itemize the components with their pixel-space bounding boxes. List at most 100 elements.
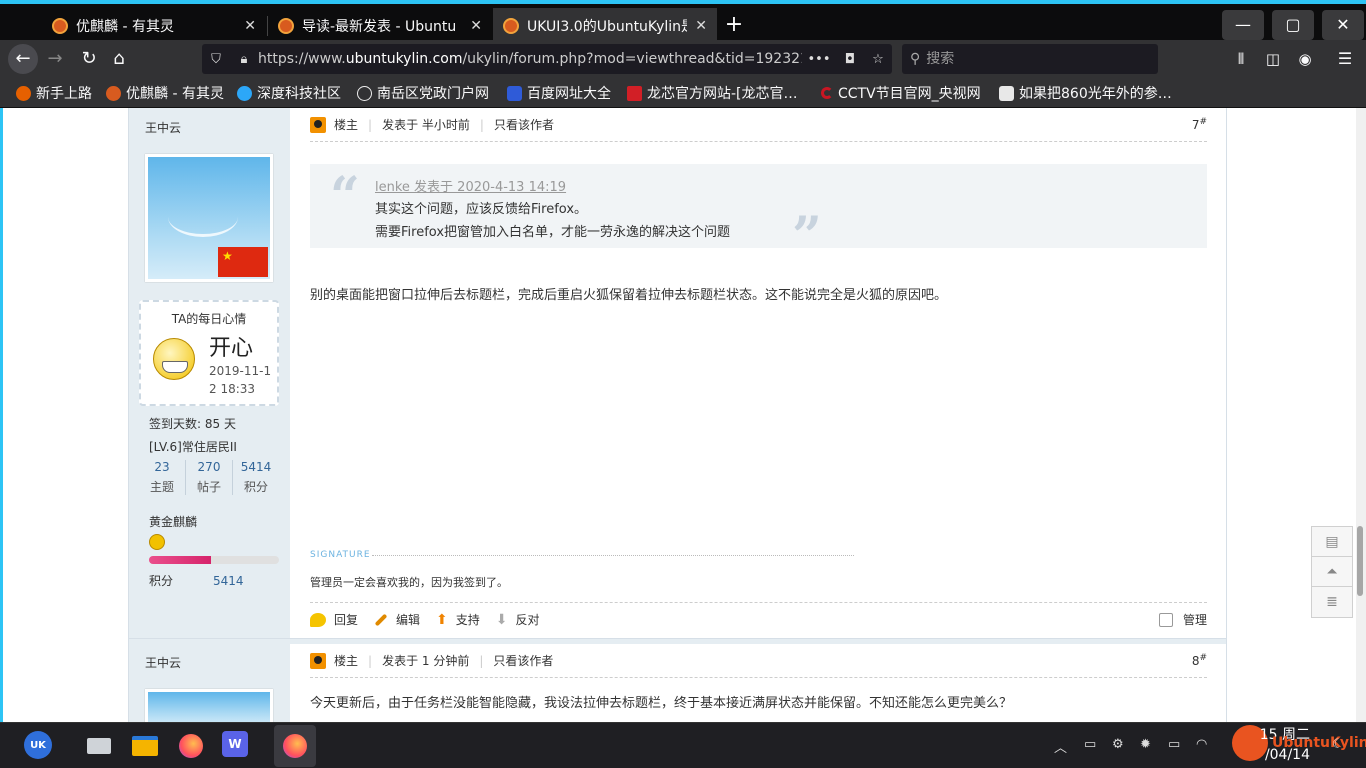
- maximize-button[interactable]: ▢: [1272, 10, 1314, 40]
- address-bar[interactable]: ⛉ 🔒︎ https://www.ubuntukylin.com/ukylin/…: [202, 44, 892, 74]
- url-path: /ukylin/forum.php?mod=viewthread&tid=192…: [462, 51, 802, 67]
- deepin-icon: [237, 85, 252, 101]
- file-manager-icon[interactable]: [130, 731, 160, 761]
- only-author-link[interactable]: 只看该作者: [493, 652, 553, 669]
- wifi-icon[interactable]: ◠: [1196, 737, 1207, 752]
- tray-expand-icon[interactable]: ︿: [1054, 737, 1067, 756]
- back-to-top-icon[interactable]: ⏶: [1312, 557, 1352, 587]
- group-title[interactable]: 黄金麒麟: [149, 513, 197, 530]
- close-window-button[interactable]: ✕: [1322, 10, 1364, 40]
- scrollbar-thumb[interactable]: [1357, 526, 1363, 596]
- manage-label: 管理: [1182, 613, 1207, 627]
- oppose-label: 反对: [515, 613, 540, 627]
- signature-divider: [372, 555, 854, 556]
- close-tab-icon[interactable]: ✕: [695, 18, 707, 34]
- close-tab-icon[interactable]: ✕: [470, 18, 482, 34]
- wps-writer-icon[interactable]: W: [222, 731, 248, 757]
- home-button[interactable]: ⌂: [104, 44, 134, 74]
- mood-value: 开心: [209, 336, 254, 361]
- author-name[interactable]: 王中云: [145, 119, 181, 136]
- floor-number[interactable]: 7#: [1192, 117, 1207, 132]
- mood-label: TA的每日心情: [171, 312, 247, 326]
- sidebar-toggle-icon[interactable]: ◫: [1258, 44, 1288, 74]
- bookmark-item[interactable]: 南岳区党政门户网: [357, 84, 489, 102]
- notification-icon[interactable]: ▭: [1084, 737, 1096, 752]
- bookmark-label: CCTV节目官网_央视网: [838, 86, 981, 102]
- support-label: 支持: [455, 613, 480, 627]
- oppose-button[interactable]: ⬇ 反对: [496, 611, 540, 628]
- manage-checkbox[interactable]: [1158, 612, 1173, 627]
- post-author-sidebar: 王中云 ★ TA的每日心情 开心 2019-11-12 18:33 签到天数: …: [129, 108, 290, 638]
- minimize-button[interactable]: —: [1222, 10, 1264, 40]
- bookmark-item[interactable]: 优麒麟 - 有其灵: [106, 84, 224, 102]
- manage-control[interactable]: 管理: [1158, 611, 1207, 628]
- quick-reply-icon[interactable]: ▤: [1312, 527, 1352, 557]
- home-icon: ⌂: [113, 48, 125, 69]
- bookmark-item[interactable]: 深度科技社区: [237, 84, 341, 102]
- stat-points[interactable]: 5414 积分: [233, 460, 279, 495]
- reply-button[interactable]: 回复: [310, 611, 358, 628]
- ubuntukylin-favicon-icon: [52, 18, 68, 34]
- support-button[interactable]: ⬆ 支持: [436, 611, 480, 628]
- library-icon[interactable]: ⫴: [1226, 44, 1256, 74]
- search-bar[interactable]: ⚲: [902, 44, 1158, 74]
- new-tab-button[interactable]: +: [722, 10, 746, 40]
- night-moon-icon[interactable]: ☾: [1332, 737, 1344, 752]
- op-label: 楼主: [334, 654, 359, 668]
- pocket-icon[interactable]: ◘: [836, 52, 864, 67]
- points-row: 积分 5414: [149, 572, 244, 589]
- floor-number[interactable]: 8#: [1192, 653, 1207, 668]
- search-input[interactable]: [926, 51, 1127, 67]
- author-name[interactable]: 王中云: [145, 654, 181, 671]
- list-icon[interactable]: ≣: [1312, 587, 1352, 617]
- bookmark-item[interactable]: 新手上路: [16, 84, 92, 102]
- floating-tools: ▤ ⏶ ≣: [1311, 526, 1353, 618]
- only-author-link[interactable]: 只看该作者: [494, 116, 554, 133]
- page-actions-button[interactable]: •••: [802, 52, 836, 67]
- reload-button[interactable]: ↻: [74, 44, 104, 74]
- user-level[interactable]: [LV.6]常住居民II: [149, 438, 237, 455]
- op-label: 楼主: [334, 118, 359, 132]
- input-method-icon[interactable]: ⚙: [1112, 737, 1124, 752]
- tab-ukui-thread[interactable]: UKUI3.0的UbuntuKylin是否 ✕: [493, 8, 717, 44]
- ubuntukylin-icon: [106, 85, 121, 101]
- mood-date: 2019-11-12 18:33: [209, 364, 272, 396]
- close-tab-icon[interactable]: ✕: [244, 18, 256, 34]
- reply-label: 回复: [334, 613, 359, 627]
- bookmark-star-icon[interactable]: ☆: [864, 52, 892, 67]
- back-button[interactable]: ←: [8, 44, 38, 74]
- firefox-icon[interactable]: [176, 731, 206, 761]
- bookmark-item[interactable]: 如果把860光年外的参…: [999, 84, 1172, 102]
- lock-icon[interactable]: 🔒︎: [230, 52, 258, 67]
- url-domain: ubuntukylin.com: [345, 51, 463, 67]
- night-mode-icon[interactable]: ✹: [1140, 737, 1151, 752]
- forward-button[interactable]: →: [40, 44, 70, 74]
- scrollbar[interactable]: [1356, 108, 1366, 722]
- stat-topics[interactable]: 23 主题: [139, 460, 186, 495]
- medal-icon: [149, 534, 165, 550]
- quote-source-link[interactable]: lenke 发表于 2020-4-13 14:19: [375, 176, 566, 195]
- tab-youqilin[interactable]: 优麒麟 - 有其灵 ✕: [42, 8, 266, 44]
- avatar[interactable]: ★: [145, 154, 273, 282]
- navigation-toolbar: ← → ↻ ⌂ ⛉ 🔒︎ https://www.ubuntukylin.com…: [0, 40, 1366, 78]
- bookmark-item[interactable]: 百度网址大全: [507, 84, 611, 102]
- bookmark-item[interactable]: 龙芯官方网站-[龙芯官…: [627, 84, 798, 102]
- edit-button[interactable]: 编辑: [374, 611, 420, 628]
- quote-line: 需要Firefox把窗管加入白名单，才能一劳永逸的解决这个问题: [375, 225, 731, 240]
- battery-icon[interactable]: ▭: [1168, 737, 1180, 752]
- url-text[interactable]: https://www.ubuntukylin.com/ukylin/forum…: [258, 51, 802, 67]
- bookmark-label: 新手上路: [36, 86, 92, 102]
- account-icon[interactable]: ◉: [1290, 44, 1320, 74]
- start-menu-button[interactable]: UK: [24, 731, 52, 759]
- show-desktop-icon[interactable]: [84, 731, 114, 761]
- firefox-running-icon[interactable]: [280, 731, 310, 761]
- menu-icon[interactable]: ☰: [1330, 44, 1360, 74]
- bookmark-item[interactable]: CCTV节目官网_央视网: [821, 84, 981, 102]
- tab-daodu[interactable]: 导读-最新发表 - Ubuntu Kylin ✕: [268, 8, 492, 44]
- avatar[interactable]: [145, 689, 273, 722]
- stat-posts[interactable]: 270 帖子: [186, 460, 233, 495]
- bookmark-label: 深度科技社区: [257, 86, 341, 102]
- progress-fill: [149, 556, 212, 564]
- shield-icon[interactable]: ⛉: [202, 52, 230, 67]
- bookmark-label: 百度网址大全: [527, 86, 611, 102]
